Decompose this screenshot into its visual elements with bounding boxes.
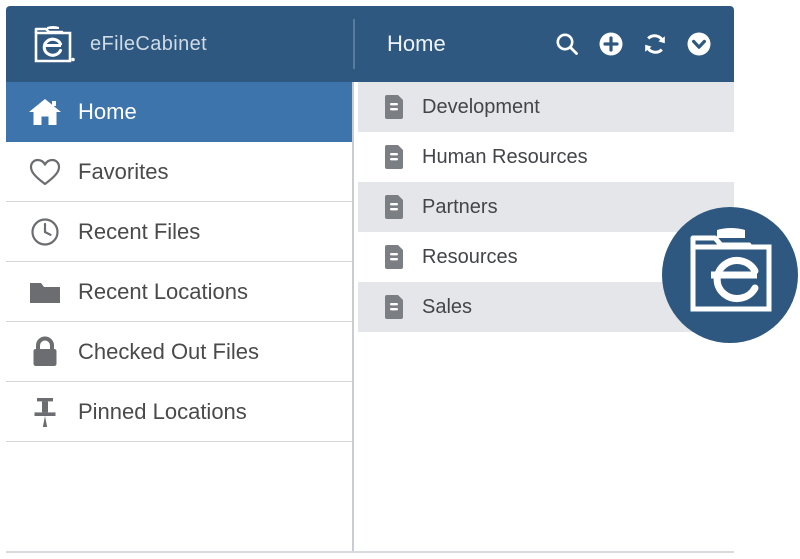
list-item-label: Sales	[422, 295, 473, 318]
list-item[interactable]: Partners	[358, 182, 734, 232]
plus-circle-icon[interactable]	[598, 31, 624, 57]
sidebar: Home Favorites Recent Files Recent Locat…	[6, 82, 354, 553]
topbar-actions	[554, 6, 712, 82]
clock-icon	[28, 217, 62, 247]
sidebar-item-label: Recent Files	[78, 218, 201, 244]
list-item-label: Partners	[422, 195, 498, 218]
sidebar-item-label: Recent Locations	[78, 278, 248, 304]
cabinet-list: Development Human Resources Partners Res…	[356, 82, 734, 553]
list-item[interactable]: Human Resources	[358, 132, 734, 182]
list-item[interactable]: Development	[358, 82, 734, 132]
cabinet-icon	[384, 294, 404, 320]
cabinet-icon	[384, 144, 404, 170]
topbar-divider	[353, 19, 355, 69]
list-item-label: Resources	[422, 245, 518, 268]
sidebar-empty-area	[6, 442, 352, 552]
brand: eFileCabinet	[30, 6, 207, 82]
sidebar-item-home[interactable]: Home	[6, 82, 352, 142]
sidebar-item-label: Favorites	[78, 158, 169, 184]
sidebar-item-label: Home	[78, 98, 137, 124]
sidebar-item-recent-locations[interactable]: Recent Locations	[6, 262, 352, 322]
home-icon	[28, 97, 62, 127]
cabinet-icon	[384, 94, 404, 120]
lock-icon	[28, 336, 62, 368]
folder-icon	[28, 279, 62, 305]
search-icon[interactable]	[554, 31, 580, 57]
section-title: Home	[387, 31, 446, 56]
cabinet-icon	[384, 194, 404, 220]
heart-icon	[28, 157, 62, 187]
refresh-icon[interactable]	[642, 31, 668, 57]
cabinet-icon	[384, 244, 404, 270]
sidebar-item-recent-files[interactable]: Recent Files	[6, 202, 352, 262]
brand-name: eFileCabinet	[90, 32, 208, 55]
sidebar-item-favorites[interactable]: Favorites	[6, 142, 352, 202]
sidebar-item-pinned-locations[interactable]: Pinned Locations	[6, 382, 352, 442]
sidebar-item-checked-out-files[interactable]: Checked Out Files	[6, 322, 352, 382]
list-item-label: Human Resources	[422, 145, 588, 168]
list-item[interactable]: Resources	[358, 232, 734, 282]
list-item[interactable]: Sales	[358, 282, 734, 332]
sidebar-item-label: Pinned Locations	[78, 398, 247, 424]
chevron-down-circle-icon[interactable]	[686, 31, 712, 57]
list-item-label: Development	[422, 95, 540, 118]
sidebar-item-label: Checked Out Files	[78, 338, 259, 364]
window-bottom-edge	[6, 551, 734, 553]
efilecabinet-folder-e-logo-icon	[30, 21, 76, 67]
pushpin-icon	[28, 396, 62, 428]
efilecabinet-app-window: eFileCabinet Home Home Favorites Recent …	[6, 6, 734, 553]
top-bar: eFileCabinet Home	[6, 6, 734, 82]
